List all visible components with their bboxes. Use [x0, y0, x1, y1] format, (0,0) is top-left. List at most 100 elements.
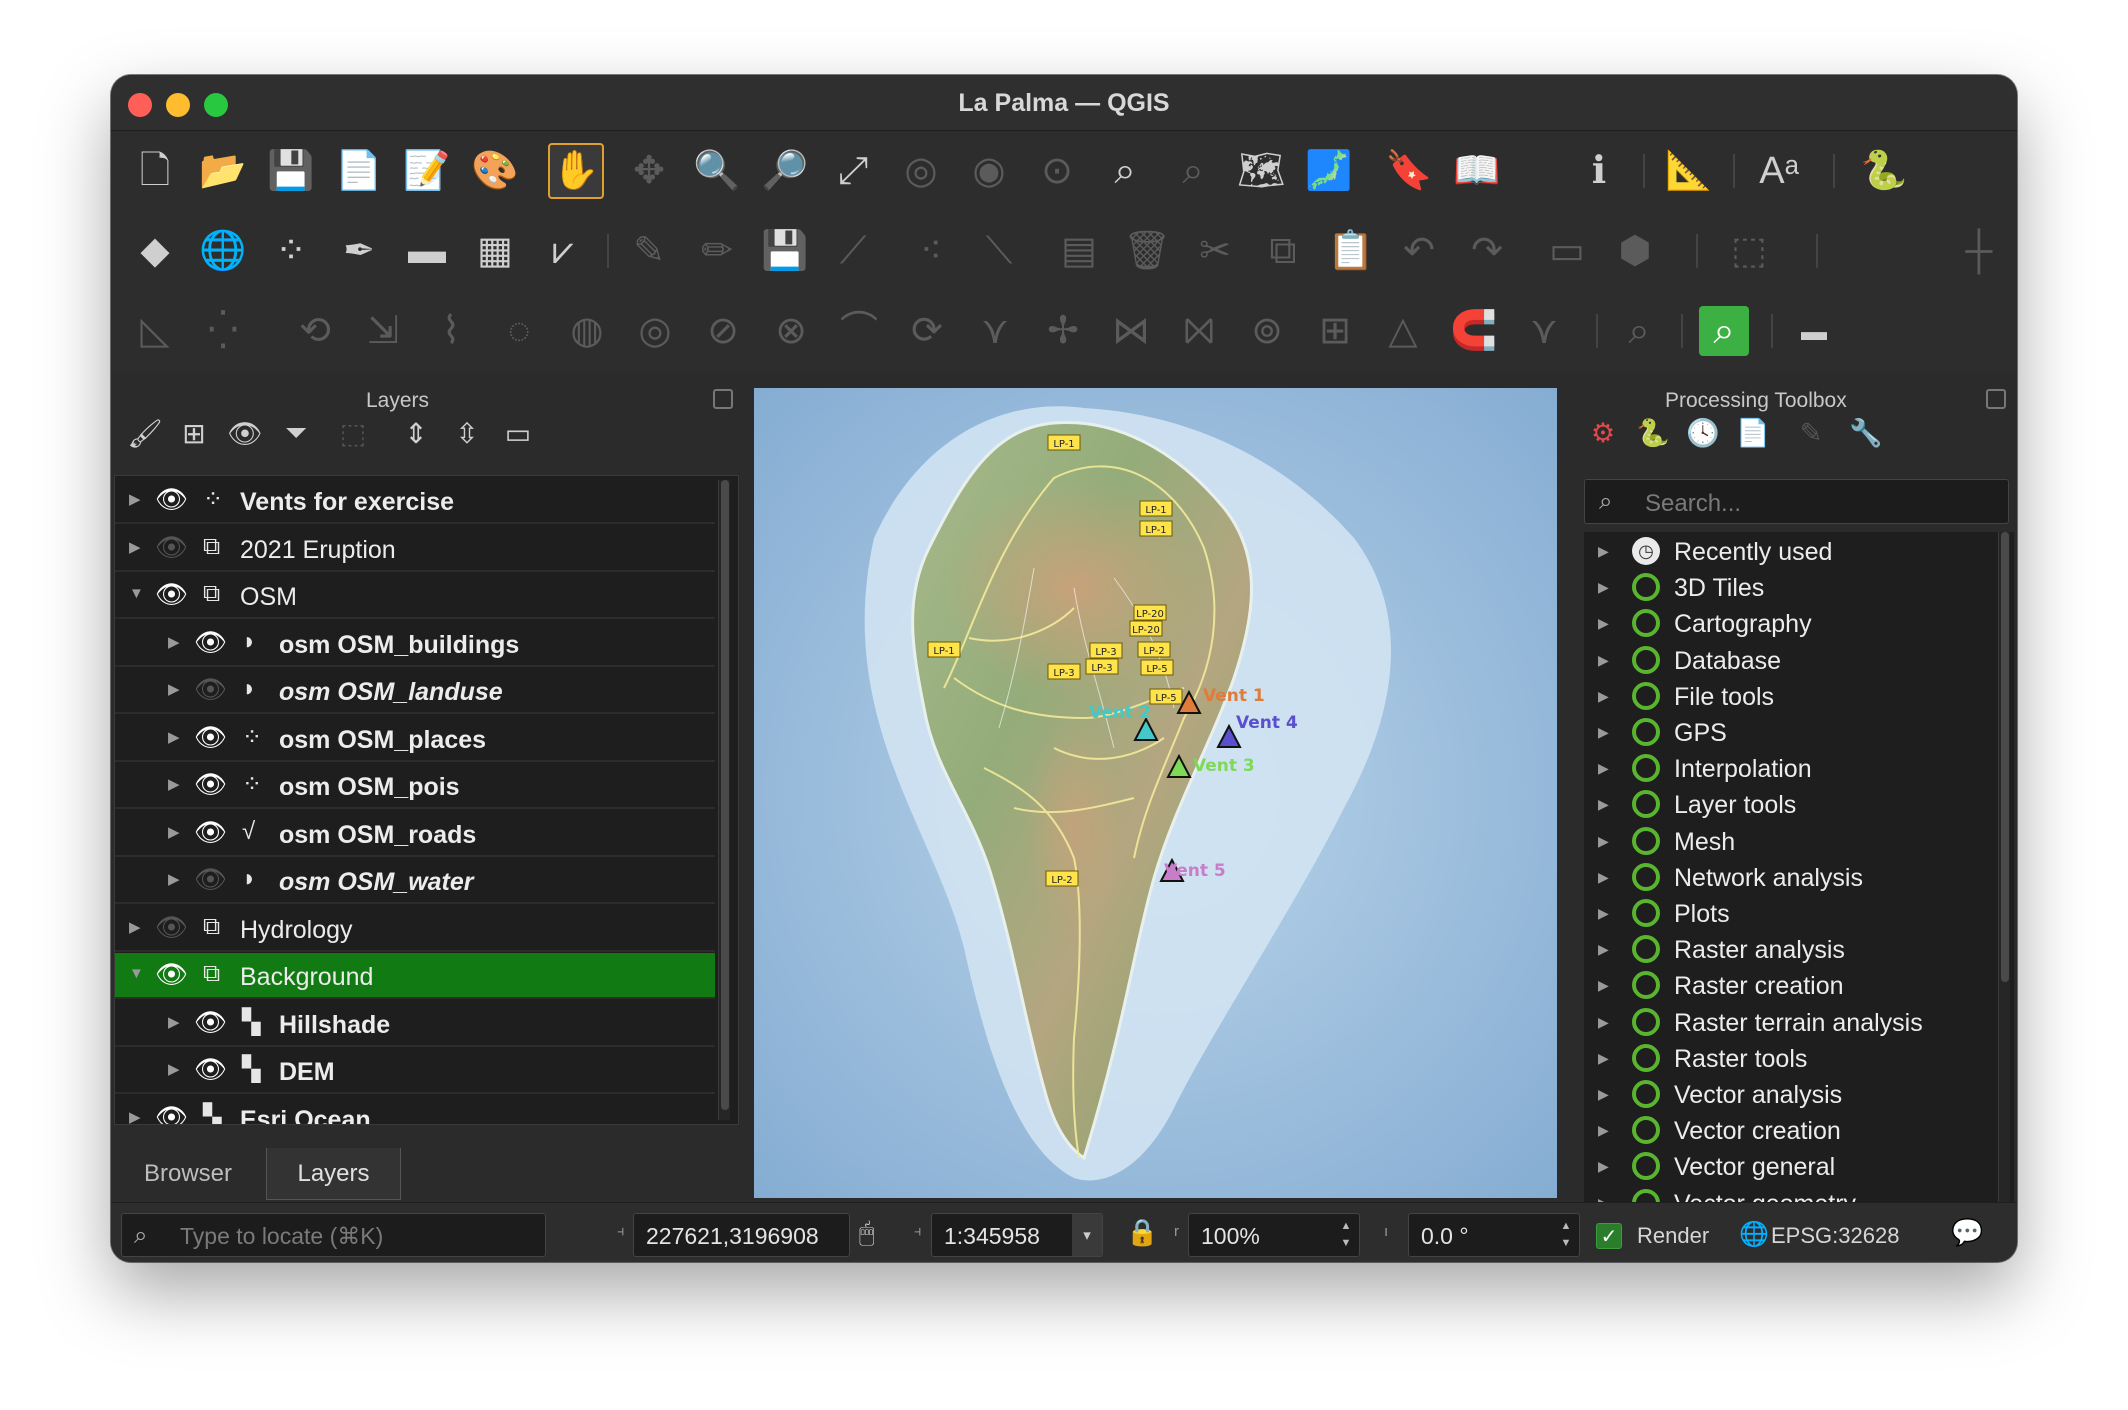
visibility-eye-icon[interactable]: 👁	[155, 484, 188, 515]
collapse-arrow-icon[interactable]: ▼	[129, 965, 144, 982]
layer-row[interactable]: ▶ 👁 ▚ DEM	[115, 1048, 715, 1094]
undo-icon[interactable]: ↶	[1391, 223, 1447, 279]
expand-arrow-icon[interactable]: ▶	[129, 918, 141, 936]
history-clock-icon[interactable]: 🕓	[1683, 413, 1723, 453]
zoom-native-icon[interactable]: ⊙	[1029, 143, 1085, 199]
hidden-eye-icon[interactable]: 👁	[155, 912, 188, 943]
expand-arrow-icon[interactable]: ▶	[168, 1060, 180, 1078]
zoom-out-icon[interactable]: 🔎	[757, 143, 813, 199]
layer-row[interactable]: ▶ 👁 ▚ Hillshade	[115, 1001, 715, 1047]
zoom-to-layer-icon[interactable]: ◉	[961, 143, 1017, 199]
expand-arrow-icon[interactable]: ▶	[168, 728, 180, 746]
expand-all-icon[interactable]: ⇕	[396, 413, 436, 453]
zoom-last-icon[interactable]: ⌕	[1097, 143, 1153, 199]
add-part-icon[interactable]: ◍	[559, 303, 615, 359]
add-vector-layer-icon[interactable]: ◆	[127, 223, 183, 279]
magnifier-field[interactable]: 100% ▲ ▼	[1188, 1213, 1360, 1257]
scale-field[interactable]: 1:345958 ▾	[931, 1213, 1103, 1257]
simplify-feature-icon[interactable]: ⌇	[423, 303, 479, 359]
add-raster-layer-icon[interactable]: 🌐	[195, 223, 251, 279]
topological-editing-icon[interactable]: ⋎	[1516, 303, 1572, 359]
mouse-pointer-icon[interactable]: 🖱	[859, 1217, 875, 1249]
hidden-eye-icon[interactable]: 👁	[155, 532, 188, 563]
expand-arrow-icon[interactable]: ▶	[1598, 724, 1609, 741]
identify-features-icon[interactable]: ℹ	[1571, 143, 1627, 199]
crosshair-icon[interactable]: ┼	[1951, 223, 2007, 279]
lock-scale-icon[interactable]: 🔒	[1126, 1217, 1158, 1248]
new-3d-map-view-icon[interactable]: 🗾	[1301, 143, 1357, 199]
layer-tree-scrollbar[interactable]	[718, 480, 730, 1120]
layer-row[interactable]: ▼ 👁 ⧉ OSM	[115, 573, 715, 619]
cut-features-icon[interactable]: ✂	[1187, 223, 1243, 279]
filter-legend-icon[interactable]: ⏷	[276, 413, 316, 453]
processing-provider-row[interactable]: ▶ Vector general	[1584, 1149, 2004, 1185]
layer-row[interactable]: ▶ 👁 √ osm OSM_roads	[115, 811, 715, 857]
expand-arrow-icon[interactable]: ▶	[1598, 977, 1609, 994]
layer-row[interactable]: ▼ 👁 ⧉ Background	[115, 953, 715, 999]
processing-provider-row[interactable]: ▶ ◷ Recently used	[1584, 534, 2004, 570]
split-parts-icon[interactable]: ✢	[1035, 303, 1091, 359]
expand-arrow-icon[interactable]: ▶	[1598, 1158, 1609, 1175]
rotation-spinner[interactable]: ▲ ▼	[1557, 1218, 1575, 1252]
crs-globe-icon[interactable]: 🌐	[1739, 1220, 1769, 1249]
layer-row[interactable]: ▶ 👁 ◗ osm OSM_buildings	[115, 621, 715, 667]
expand-arrow-icon[interactable]: ▶	[1598, 615, 1609, 632]
map-canvas[interactable]: LP-1 LP-1 LP-1 LP-1 LP-20 LP-20 LP-2 LP-5 LP-3 LP…	[754, 388, 1557, 1198]
select-features-icon[interactable]: ⬚	[1721, 223, 1777, 279]
delete-ring-icon[interactable]: ⊘	[695, 303, 751, 359]
expand-arrow-icon[interactable]: ▶	[1598, 1014, 1609, 1031]
layer-row[interactable]: ▶ 👁 ⧉ 2021 Eruption	[115, 526, 715, 572]
processing-provider-row[interactable]: ▶ Cartography	[1584, 606, 2004, 642]
visibility-eye-icon[interactable]: 👁	[194, 722, 227, 753]
processing-provider-row[interactable]: ▶ Vector creation	[1584, 1113, 2004, 1149]
delete-selected-icon[interactable]: 🗑	[1119, 223, 1175, 279]
measure-line-icon[interactable]: 📐	[1661, 143, 1717, 199]
locator-search-field[interactable]: ⌕ Type to locate (⌘K)	[121, 1213, 546, 1257]
move-feature-icon[interactable]: ⁛	[195, 303, 251, 359]
expand-arrow-icon[interactable]: ▶	[1598, 869, 1609, 886]
expand-arrow-icon[interactable]: ▶	[1598, 941, 1609, 958]
save-edits-icon[interactable]: 💾	[757, 223, 813, 279]
new-bookmark-icon[interactable]: 🔖	[1381, 143, 1437, 199]
current-edits-icon[interactable]: ✎	[621, 223, 677, 279]
expand-arrow-icon[interactable]: ▶	[1598, 1050, 1609, 1067]
processing-provider-row[interactable]: ▶ Interpolation	[1584, 751, 2004, 787]
scale-feature-icon[interactable]: ⇲	[355, 303, 411, 359]
delete-part-icon[interactable]: ⊗	[763, 303, 819, 359]
fill-ring-icon[interactable]: ◎	[627, 303, 683, 359]
open-project-icon[interactable]: 📂	[195, 143, 251, 199]
collapse-all-icon[interactable]: ⇳	[447, 413, 487, 453]
label-toolbar-icon[interactable]: Aᵃ	[1751, 143, 1807, 199]
expand-arrow-icon[interactable]: ▶	[168, 870, 180, 888]
processing-provider-row[interactable]: ▶ Vector analysis	[1584, 1077, 2004, 1113]
visibility-eye-icon[interactable]: 👁	[194, 817, 227, 848]
toggle-editing-icon[interactable]: ✏	[689, 223, 745, 279]
processing-provider-row[interactable]: ▶ Mesh	[1584, 824, 2004, 860]
python-scripts-icon[interactable]: 🐍	[1633, 413, 1673, 453]
messages-icon[interactable]: 💬	[1951, 1217, 1983, 1248]
filter-by-expression-icon[interactable]: ⬚	[333, 413, 373, 453]
new-print-layout-icon[interactable]: 📄	[331, 143, 387, 199]
processing-provider-row[interactable]: ▶ Layer tools	[1584, 787, 2004, 823]
visibility-eye-icon[interactable]: 👁	[194, 1054, 227, 1085]
rotate-point-symbols-icon[interactable]: ⊚	[1239, 303, 1295, 359]
expand-arrow-icon[interactable]: ▶	[168, 633, 180, 651]
zoom-full-icon[interactable]: ⤢	[825, 143, 881, 199]
layout-manager-icon[interactable]: 📝	[399, 143, 455, 199]
magnifier-spinner[interactable]: ▲ ▼	[1337, 1218, 1355, 1252]
layer-row[interactable]: ▶ 👁 ◗ osm OSM_landuse	[115, 668, 715, 714]
expand-arrow-icon[interactable]: ▶	[1598, 905, 1609, 922]
processing-provider-row[interactable]: ▶ Raster terrain analysis	[1584, 1005, 2004, 1041]
expand-arrow-icon[interactable]: ▶	[1598, 688, 1609, 705]
expand-arrow-icon[interactable]: ▶	[1598, 1122, 1609, 1139]
render-checkbox[interactable]: ✓	[1596, 1223, 1622, 1249]
add-delimited-text-icon[interactable]: ⁘	[263, 223, 319, 279]
processing-provider-row[interactable]: ▶ 3D Tiles	[1584, 570, 2004, 606]
visibility-eye-icon[interactable]: 👁	[155, 579, 188, 610]
expand-arrow-icon[interactable]: ▶	[1598, 833, 1609, 850]
add-ring-icon[interactable]: ◌	[491, 303, 547, 359]
expand-arrow-icon[interactable]: ▶	[168, 1013, 180, 1031]
visibility-eye-icon[interactable]: 👁	[155, 959, 188, 990]
label-tool-icon[interactable]: ▭	[1539, 223, 1595, 279]
hidden-eye-icon[interactable]: 👁	[194, 674, 227, 705]
